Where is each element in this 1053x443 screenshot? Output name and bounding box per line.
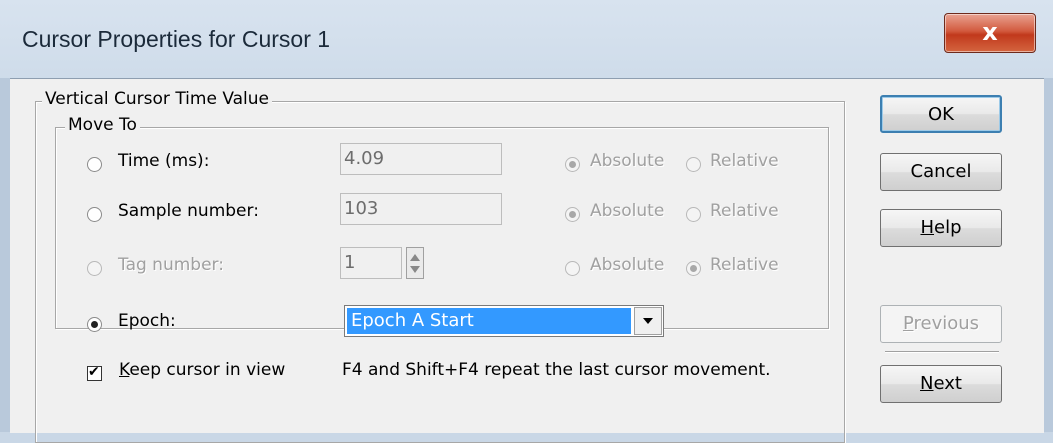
cancel-button[interactable]: Cancel (880, 153, 1002, 191)
ok-button[interactable]: OK (880, 95, 1002, 133)
sample-label: Sample number: (118, 201, 259, 221)
window-title: Cursor Properties for Cursor 1 (22, 26, 331, 52)
close-icon[interactable]: x (944, 13, 1036, 53)
next-mnemonic: N (920, 373, 934, 394)
dialog-window: Cursor Properties for Cursor 1 x Vertica… (0, 0, 1053, 443)
vertical-cursor-legend: Vertical Cursor Time Value (42, 89, 273, 109)
keep-in-view-label: Keep cursor in view (119, 360, 285, 380)
sample-absolute-label: Absolute (590, 201, 665, 221)
next-button[interactable]: Next (880, 365, 1002, 403)
sample-field[interactable]: 103 (340, 193, 502, 225)
epoch-select-value: Epoch A Start (347, 308, 631, 334)
previous-button[interactable]: Previous (880, 305, 1002, 343)
tag-spinner[interactable] (406, 247, 424, 279)
time-relative-label: Relative (710, 151, 779, 171)
window-border-left (0, 78, 10, 432)
help-mnemonic: H (920, 217, 935, 238)
title-bar[interactable]: Cursor Properties for Cursor 1 x (0, 0, 1053, 80)
time-absolute-label: Absolute (590, 151, 665, 171)
keep-in-view-checkbox[interactable] (87, 364, 102, 381)
tag-absolute-label: Absolute (590, 255, 665, 275)
help-text: elp (934, 217, 962, 238)
tag-radio[interactable] (87, 261, 102, 276)
sample-radio[interactable] (87, 207, 102, 222)
tag-label: Tag number: (118, 255, 224, 275)
time-field[interactable]: 4.09 (340, 143, 502, 175)
next-text: ext (933, 373, 962, 394)
epoch-select[interactable]: Epoch A Start (344, 305, 664, 337)
previous-mnemonic: P (902, 313, 914, 334)
chevron-down-icon[interactable] (634, 307, 662, 335)
sample-absolute-radio[interactable] (565, 207, 580, 222)
button-separator (885, 351, 999, 353)
tag-field[interactable]: 1 (340, 247, 402, 279)
tag-absolute-radio[interactable] (565, 261, 580, 276)
epoch-label: Epoch: (118, 311, 176, 331)
repeat-hint: F4 and Shift+F4 repeat the last cursor m… (342, 360, 771, 380)
keep-in-view-text: eep cursor in view (129, 360, 286, 380)
time-radio[interactable] (87, 157, 102, 172)
keep-in-view-mnemonic: K (119, 360, 130, 380)
sample-relative-radio[interactable] (686, 207, 701, 222)
sample-relative-label: Relative (710, 201, 779, 221)
dialog-client-area: Vertical Cursor Time Value Move To Time … (10, 78, 1044, 443)
help-button[interactable]: Help (880, 209, 1002, 247)
epoch-radio[interactable] (87, 317, 102, 332)
tag-relative-label: Relative (710, 255, 779, 275)
time-relative-radio[interactable] (686, 157, 701, 172)
spin-down-icon[interactable] (410, 266, 420, 273)
tag-relative-radio[interactable] (686, 261, 701, 276)
window-border-right (1044, 78, 1053, 432)
time-label: Time (ms): (118, 151, 210, 171)
previous-text: revious (913, 313, 980, 334)
spin-up-icon[interactable] (410, 254, 420, 261)
time-absolute-radio[interactable] (565, 157, 580, 172)
move-to-legend: Move To (65, 115, 140, 135)
